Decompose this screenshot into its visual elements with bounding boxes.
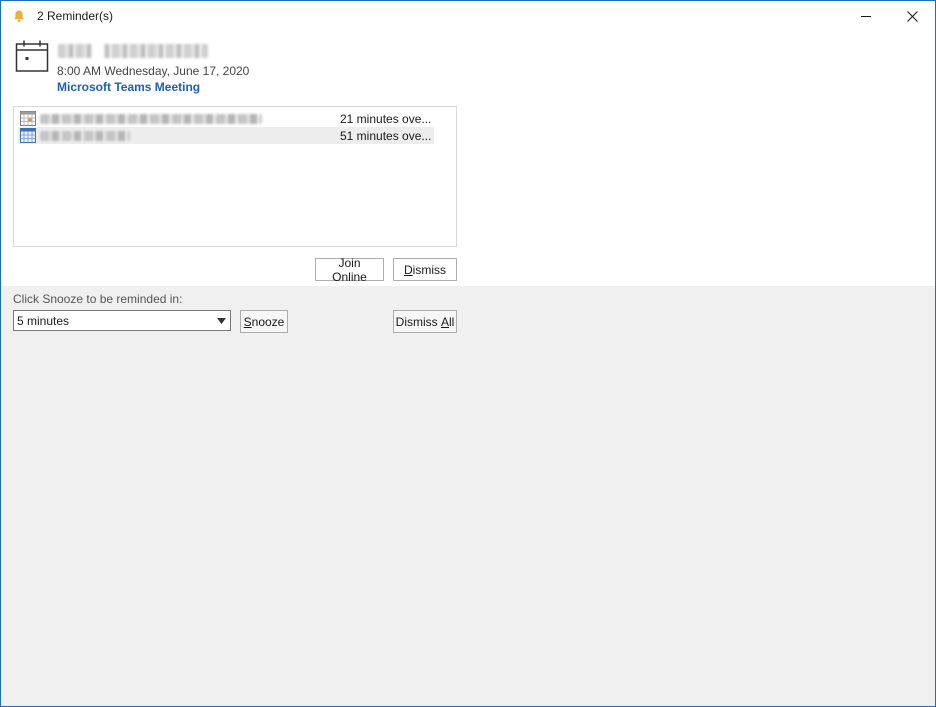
appointment-icon — [20, 128, 36, 143]
list-item-selected[interactable]: 51 minutes ove... — [18, 127, 434, 144]
dismiss-all-button[interactable]: Dismiss All — [393, 310, 457, 333]
item-due: 51 minutes ove... — [340, 129, 432, 143]
snooze-label: Click Snooze to be reminded in: — [13, 292, 183, 306]
minimize-button[interactable] — [843, 1, 889, 32]
dismiss-all-prefix: Dismiss — [395, 314, 441, 329]
item-due: 21 minutes ove... — [340, 112, 432, 126]
item-subject-redacted — [40, 130, 130, 141]
reminder-list[interactable]: 21 minutes ove... 51 minutes ove... — [13, 106, 457, 247]
subject-redacted — [58, 44, 208, 58]
snooze-panel: Click Snooze to be reminded in: 5 minute… — [1, 286, 935, 706]
appointment-icon — [20, 111, 36, 126]
minimize-icon — [860, 16, 871, 17]
dismiss-accelerator: D — [404, 262, 413, 277]
snooze-selected-value: 5 minutes — [17, 313, 70, 328]
snooze-label-rest: nooze — [251, 314, 285, 329]
item-subject-redacted — [40, 113, 262, 124]
location-link[interactable]: Microsoft Teams Meeting — [57, 80, 200, 94]
dismiss-all-rest: ll — [449, 314, 455, 329]
snooze-button[interactable]: Snooze — [240, 310, 288, 333]
chevron-down-icon — [217, 318, 226, 324]
join-online-button[interactable]: Join Online — [315, 256, 384, 284]
close-icon — [906, 11, 918, 22]
snooze-duration-select[interactable]: 5 minutes — [13, 310, 231, 331]
dismiss-button[interactable]: Dismiss — [393, 258, 457, 281]
calendar-icon — [15, 40, 49, 72]
reminder-window: 2 Reminder(s) 8:00 AM Wednesday, June 17… — [0, 0, 936, 707]
reminder-time: 8:00 AM Wednesday, June 17, 2020 — [57, 64, 250, 78]
dismiss-all-accelerator: A — [440, 314, 449, 329]
dismiss-label-rest: ismiss — [412, 262, 446, 277]
title-bar[interactable]: 2 Reminder(s) — [1, 1, 935, 32]
snooze-accelerator: S — [243, 314, 252, 329]
window-title: 2 Reminder(s) — [37, 9, 114, 23]
bell-icon — [14, 10, 24, 23]
close-button[interactable] — [889, 1, 935, 32]
list-item[interactable]: 21 minutes ove... — [18, 110, 434, 127]
